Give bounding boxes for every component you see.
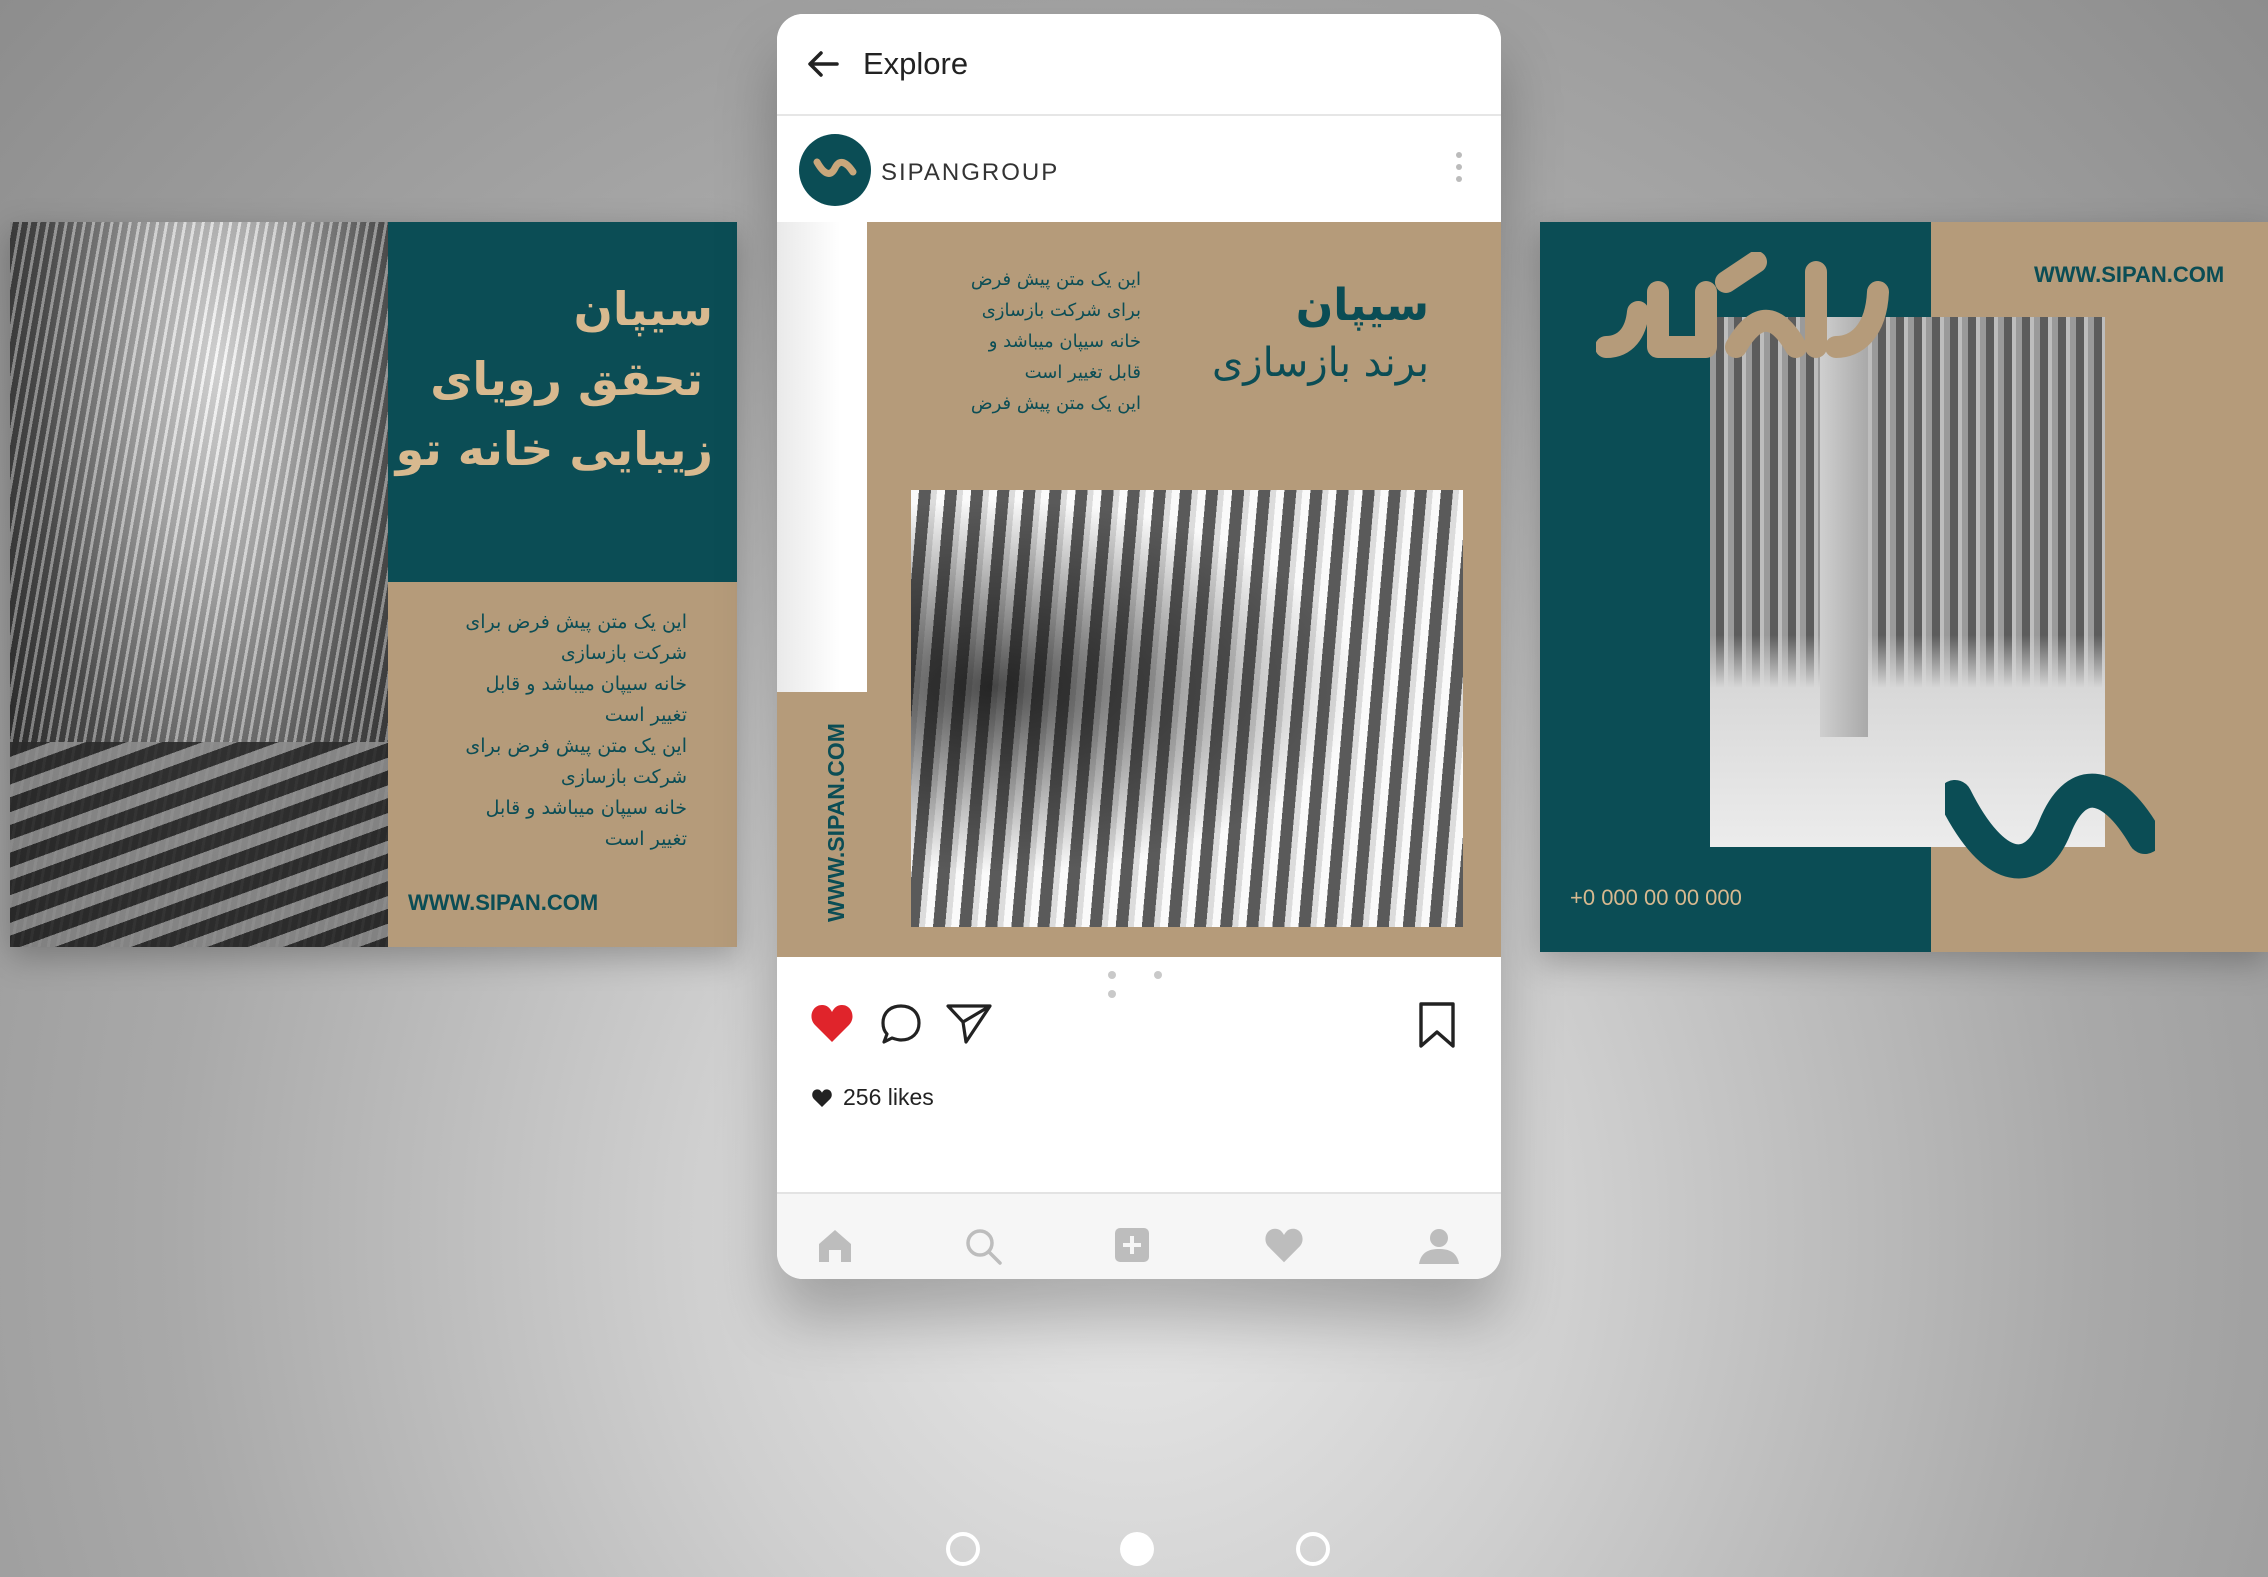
body-line: این یک متن پیش فرض برای [465, 611, 687, 633]
body-line: تغییر است [604, 704, 687, 726]
back-arrow-icon[interactable] [803, 44, 843, 84]
card-phone-number: +0 000 00 00 000 [1570, 885, 1742, 910]
card-website: WWW.SIPAN.COM [408, 890, 599, 915]
activity-heart-icon[interactable] [1263, 1226, 1305, 1264]
body-line: قابل تغییر است [1024, 362, 1141, 383]
body-line: این یک متن پیش فرض [970, 393, 1141, 414]
post-architecture-photo [911, 490, 1463, 927]
post-title-line-1: سیپان [1295, 280, 1429, 331]
body-line: خانه سیپان میباشد و قابل [485, 797, 687, 819]
body-line: خانه سیپان میباشد و قابل [485, 673, 687, 695]
post-website-vertical: WWW.SIPAN.COM [823, 723, 849, 922]
like-heart-icon[interactable] [809, 1002, 855, 1044]
body-line: تغییر است [604, 828, 687, 850]
phone-frame: Explore SIPANGROUP WWW.SIPAN.COM سیپان ب… [777, 14, 1501, 1279]
body-line: خانه سیپان میباشد و [988, 331, 1141, 352]
page-dot-3[interactable] [1296, 1532, 1330, 1566]
card-title-line-1: سیپان [573, 282, 713, 336]
building-pillar [1820, 317, 1868, 737]
photo-floor-shadows [10, 742, 388, 947]
bookmark-icon[interactable] [1417, 1000, 1457, 1050]
share-send-icon[interactable] [944, 1000, 994, 1046]
page-dot-2-active[interactable] [1120, 1532, 1154, 1566]
card-body-text: این یک متن پیش فرض برای شرکت بازسازی خان… [397, 607, 687, 855]
likes-count[interactable]: 256 likes [843, 1084, 934, 1111]
page-title: Explore [863, 46, 969, 81]
body-line: این یک متن پیش فرض [970, 269, 1141, 290]
body-line: شرکت بازسازی [560, 642, 687, 664]
card-title-line-2: تحقق رویای [430, 352, 703, 406]
likes-heart-icon [812, 1089, 832, 1108]
more-options-icon[interactable] [1453, 152, 1465, 192]
carousel-indicator [1089, 964, 1189, 998]
body-line: برای شرکت بازسازی [981, 300, 1141, 321]
left-post-card[interactable]: سیپان تحقق رویای زیبایی خانه تو این یک م… [10, 222, 737, 947]
sipan-wordmark-logo [1596, 252, 1889, 358]
page-dot-1[interactable] [946, 1532, 980, 1566]
body-line: این یک متن پیش فرض برای [465, 735, 687, 757]
post-image[interactable]: WWW.SIPAN.COM سیپان برند بازسازی این یک … [777, 222, 1501, 957]
card-website: WWW.SIPAN.COM [2034, 262, 2225, 287]
add-icon[interactable] [1113, 1226, 1151, 1264]
sipan-logo-mark [1945, 773, 2155, 879]
avatar[interactable] [799, 134, 871, 206]
architecture-photo [10, 222, 388, 947]
post-username[interactable]: SIPANGROUP [881, 159, 1059, 187]
home-icon[interactable] [815, 1226, 855, 1264]
post-body-text: این یک متن پیش فرض برای شرکت بازسازی خان… [881, 264, 1141, 419]
previous-slide-edge-tan [777, 692, 867, 957]
body-line: شرکت بازسازی [560, 766, 687, 788]
sipan-logo-icon [813, 158, 857, 177]
card-title-line-3: زیبایی خانه تو [395, 422, 713, 476]
profile-icon[interactable] [1417, 1226, 1461, 1266]
search-icon[interactable] [963, 1226, 1003, 1266]
comment-icon[interactable] [879, 1002, 923, 1046]
right-post-card[interactable]: WWW.SIPAN.COM +0 000 00 00 000 [1540, 222, 2268, 952]
photo-shade [911, 490, 1463, 927]
title-panel: سیپان تحقق رویای زیبایی خانه تو [388, 222, 737, 582]
post-title-line-2: برند بازسازی [1211, 340, 1429, 386]
